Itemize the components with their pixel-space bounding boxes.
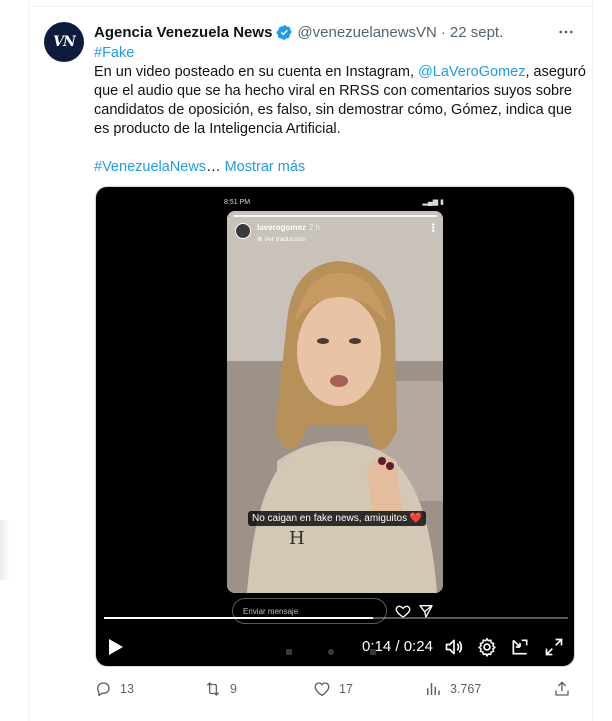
repost-icon xyxy=(206,682,220,696)
nav-square-icon xyxy=(286,649,292,655)
tweet-text: #Fake En un video posteado en su cuenta … xyxy=(94,44,586,177)
story-translate: ⊕ Ver traducción xyxy=(257,236,306,243)
text-span: que el audio que se ha hecho viral en RR… xyxy=(94,83,572,99)
author-avatar[interactable]: VN xyxy=(44,22,84,62)
instagram-story-screen: H laverogomez 2 h ⊕ Ver traducción ••• No… xyxy=(227,211,443,593)
header-separator: · xyxy=(440,23,446,41)
video-caption: No caigan en fake news, amiguitos ❤️ xyxy=(248,511,427,526)
tweet-line: que el audio que se ha hecho viral en RR… xyxy=(94,82,572,101)
story-avatar xyxy=(235,223,251,239)
duration: 0:24 xyxy=(403,638,433,655)
tweet-line: candidatos de oposición, es falso, sin d… xyxy=(94,101,572,120)
hashtag-fake[interactable]: #Fake xyxy=(94,45,134,61)
like-count: 17 xyxy=(339,682,353,696)
author-handle[interactable]: @venezuelanewsVN xyxy=(297,24,436,41)
video-progress-fill xyxy=(104,617,374,619)
views-count: 3.767 xyxy=(450,682,482,696)
volume-icon[interactable] xyxy=(444,637,464,657)
nav-back-icon xyxy=(370,649,376,655)
story-progress-bar xyxy=(233,215,437,217)
hashtag-venezuelanews[interactable]: #VenezuelaNews xyxy=(94,159,206,175)
reply-count: 13 xyxy=(120,682,134,696)
verified-badge-icon[interactable] xyxy=(276,24,293,41)
story-username-text: laverogomez xyxy=(257,223,306,232)
tweet-actions: 13 9 17 3.767 xyxy=(94,678,584,700)
mention-link[interactable]: @LaVeroGomez xyxy=(418,64,525,80)
author-name[interactable]: Agencia Venezuela News xyxy=(94,24,272,41)
story-message-input: Enviar mensaje xyxy=(232,598,387,624)
timeline-border-left xyxy=(28,0,29,721)
share-icon xyxy=(555,681,569,696)
woman-figure-image: H xyxy=(227,211,443,593)
video-progress-bar[interactable] xyxy=(104,617,568,619)
avatar-logo-text: VN xyxy=(53,34,76,50)
story-more-icon: ••• xyxy=(428,223,438,233)
text-span: En un video posteado en su cuenta en Ins… xyxy=(94,64,419,80)
story-translate-text: Ver traducción xyxy=(264,236,306,243)
svg-text:H: H xyxy=(289,528,305,549)
story-username: laverogomez 2 h xyxy=(257,223,320,232)
heart-icon xyxy=(314,682,330,697)
tweet-date[interactable]: 22 sept. xyxy=(450,24,503,41)
text-span: es producto de la Inteligencia Artificia… xyxy=(94,121,341,137)
more-options-icon[interactable] xyxy=(556,22,576,42)
text-span: , aseguró xyxy=(525,64,586,80)
phone-time: 8:51 PM xyxy=(224,198,251,206)
ellipsis: … xyxy=(206,159,221,175)
show-more-link[interactable]: Mostrar más xyxy=(225,159,306,175)
reply-icon xyxy=(97,682,110,697)
views-chart-icon xyxy=(427,683,440,695)
text-span: candidatos de oposición, es falso, sin d… xyxy=(94,102,572,118)
caption-heart-emoji: ❤️ xyxy=(409,513,423,524)
repost-count: 9 xyxy=(230,682,237,696)
settings-gear-icon[interactable] xyxy=(477,637,497,657)
phone-signal-icon: ▂▄▆ ▮ xyxy=(422,199,444,206)
tweet-line: En un video posteado en su cuenta en Ins… xyxy=(94,63,586,82)
fullscreen-icon[interactable] xyxy=(544,637,564,657)
phone-status-bar: 8:51 PM ▂▄▆ ▮ xyxy=(224,195,444,209)
time-separator: / xyxy=(391,638,404,655)
timeline-border-right xyxy=(592,0,593,721)
views-button[interactable]: 3.767 xyxy=(424,678,481,700)
tweet-divider xyxy=(28,6,593,7)
reply-button[interactable]: 13 xyxy=(94,678,134,700)
phone-nav-bar xyxy=(286,649,376,659)
nav-circle-icon xyxy=(328,649,334,655)
picture-in-picture-icon[interactable] xyxy=(510,637,530,657)
play-icon[interactable] xyxy=(108,638,124,656)
story-time: 2 h xyxy=(308,223,321,232)
like-button[interactable]: 17 xyxy=(313,678,353,700)
caption-text: No caigan en fake news, amiguitos xyxy=(252,513,408,524)
tweet-line: #Fake xyxy=(94,44,572,63)
edge-shadow xyxy=(0,520,10,580)
repost-button[interactable]: 9 xyxy=(204,678,237,700)
tweet-footer-line: #VenezuelaNews… Mostrar más xyxy=(94,158,572,177)
tweet-line: es producto de la Inteligencia Artificia… xyxy=(94,120,572,139)
video-player[interactable]: 8:51 PM ▂▄▆ ▮ H laverogomez 2 h ⊕ Ver tra… xyxy=(95,186,575,667)
tweet-header: Agencia Venezuela News @venezuelanewsVN … xyxy=(94,22,503,42)
share-button[interactable] xyxy=(553,678,579,700)
